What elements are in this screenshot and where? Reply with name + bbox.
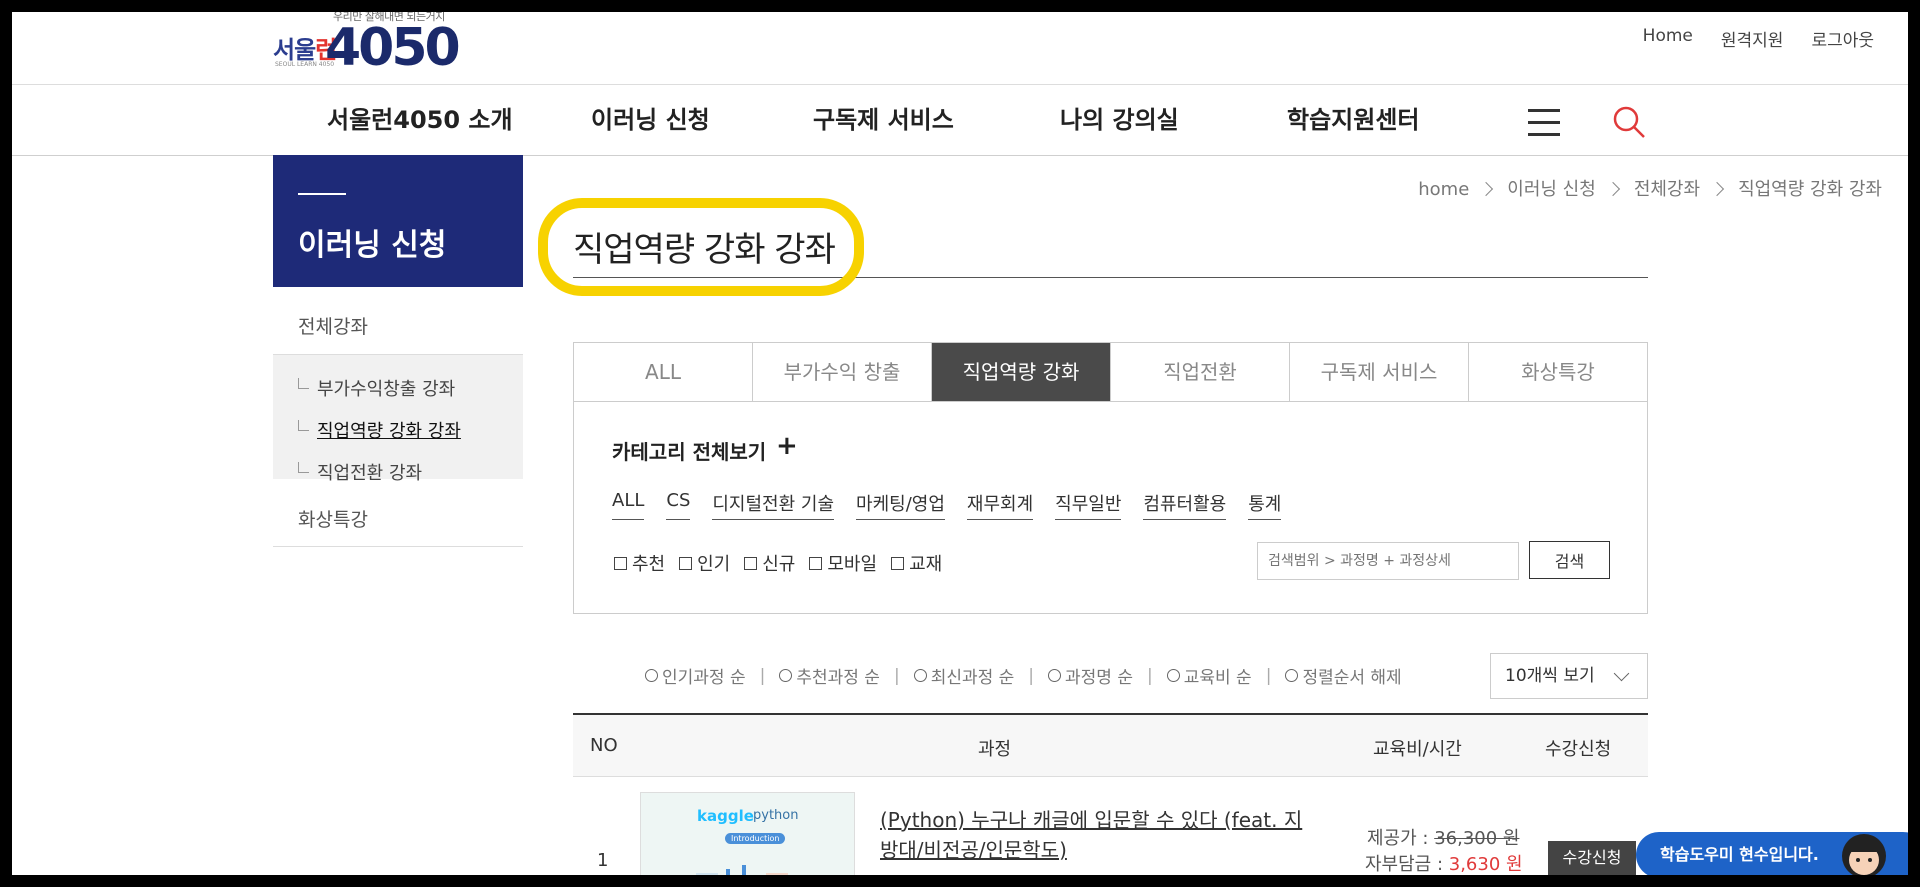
category-title: 카테고리 전체보기 [612, 440, 767, 464]
nav-support-center[interactable]: 학습지원센터 [1287, 85, 1419, 155]
filter-checkboxes: 추천 인기 신규 모바일 교재 [614, 550, 942, 576]
tree-branch-icon [298, 378, 309, 389]
col-apply: 수강신청 [1545, 739, 1612, 760]
category-accounting[interactable]: 재무회계 [966, 490, 1034, 520]
thumbnail-badge: Introduction [725, 833, 786, 844]
table-header: NO 과정 교육비/시간 수강신청 [573, 713, 1648, 777]
menu-icon[interactable] [1528, 109, 1560, 136]
chevron-right-icon [1605, 181, 1620, 197]
helper-avatar-icon[interactable] [1834, 824, 1894, 875]
category-digital[interactable]: 디지털전환 기술 [712, 490, 835, 520]
per-page-select[interactable]: 10개씩 보기 [1490, 653, 1648, 699]
site-logo[interactable]: 우리만 잘해내면 되는거지 서울런 4050 SEOUL LEARN 4050 [273, 12, 473, 82]
home-link[interactable]: Home [1643, 26, 1693, 51]
tab-job-skills[interactable]: 직업역량 강화 [932, 343, 1111, 401]
breadcrumb-elearning[interactable]: 이러닝 신청 [1507, 179, 1596, 200]
thumbnail-python-text: python [753, 808, 799, 823]
remote-support-link[interactable]: 원격지원 [1721, 26, 1784, 51]
search-input[interactable] [1257, 542, 1519, 580]
search-icon[interactable] [1612, 105, 1646, 139]
thumbnail-kaggle-text: kaggle [697, 807, 754, 825]
category-tabs: ALL 부가수익 창출 직업역량 강화 직업전환 구독제 서비스 화상특강 [573, 342, 1648, 402]
utility-nav: Home 원격지원 로그아웃 [1643, 26, 1874, 51]
sidebar-subitem-extra-income[interactable]: 부가수익창출 강좌 [298, 375, 455, 401]
row-number: 1 [597, 850, 609, 871]
checkbox-recommended[interactable]: 추천 [614, 550, 665, 576]
per-page-value: 10개씩 보기 [1505, 666, 1595, 686]
tab-job-change[interactable]: 직업전환 [1111, 343, 1290, 401]
nav-subscription[interactable]: 구독제 서비스 [813, 85, 954, 155]
checkbox-popular[interactable]: 인기 [679, 550, 730, 576]
chevron-right-icon [1709, 181, 1725, 197]
checkbox-mobile[interactable]: 모바일 [809, 550, 877, 576]
logo-number: 4050 [325, 18, 461, 78]
tab-extra-income[interactable]: 부가수익 창출 [753, 343, 932, 401]
sidebar-submenu: 부가수익창출 강좌 직업역량 강화 강좌 직업전환 강좌 [273, 354, 523, 484]
sort-recommended[interactable]: 추천과정 순 [779, 663, 880, 688]
sidebar-item-label: 화상특강 [298, 509, 368, 531]
highlight-annotation [538, 198, 864, 296]
category-cs[interactable]: CS [666, 490, 691, 520]
chart-illustration-icon [696, 865, 788, 875]
breadcrumb-all-courses[interactable]: 전체강좌 [1634, 179, 1700, 200]
sort-options: 인기과정 순 | 추천과정 순 | 최신과정 순 | 과정명 순 | 교육비 순 | 정렬… [645, 663, 1402, 688]
col-course: 과정 [978, 739, 1012, 760]
category-general[interactable]: 직무일반 [1055, 490, 1122, 520]
search-button[interactable]: 검색 [1529, 541, 1610, 579]
course-title-link[interactable]: (Python) 누구나 캐글에 입문할 수 있다 (feat. 지방대/비전공… [880, 805, 1320, 865]
category-computer[interactable]: 컴퓨터활용 [1143, 490, 1227, 520]
sidebar-item-live-lecture[interactable]: 화상특강 [273, 494, 523, 547]
sort-fee[interactable]: 교육비 순 [1166, 663, 1252, 688]
sidebar-title: 이러닝 신청 [298, 228, 447, 263]
col-no: NO [590, 735, 618, 756]
category-links: ALL CS 디지털전환 기술 마케팅/영업 재무회계 직무일반 컴퓨터활용 통… [612, 490, 1282, 520]
sort-popular[interactable]: 인기과정 순 [645, 663, 746, 688]
sort-reset[interactable]: 정렬순서 해제 [1285, 663, 1402, 688]
logo-subtext: SEOUL LEARN 4050 [275, 61, 335, 68]
course-thumbnail[interactable]: kaggle python Introduction [640, 792, 855, 875]
category-marketing[interactable]: 마케팅/영업 [856, 490, 945, 520]
tab-all[interactable]: ALL [574, 343, 753, 401]
sort-latest[interactable]: 최신과정 순 [913, 663, 1014, 688]
sidebar-subitem-job-change[interactable]: 직업전환 강좌 [298, 459, 422, 485]
sidebar-item-label: 전체강좌 [298, 316, 368, 338]
checkbox-new[interactable]: 신규 [744, 550, 795, 576]
sidebar-subitem-job-skills[interactable]: 직업역량 강화 강좌 [298, 417, 461, 443]
breadcrumb-current: 직업역량 강화 강좌 [1738, 179, 1882, 200]
nav-my-classroom[interactable]: 나의 강의실 [1060, 85, 1179, 155]
tree-branch-icon [298, 420, 309, 431]
breadcrumb-home[interactable]: home [1418, 179, 1469, 200]
logout-link[interactable]: 로그아웃 [1811, 26, 1874, 51]
page-frame: 우리만 잘해내면 되는거지 서울런 4050 SEOUL LEARN 4050 … [12, 12, 1908, 875]
checkbox-textbook[interactable]: 교재 [891, 550, 942, 576]
chevron-down-icon [1613, 665, 1630, 682]
filter-panel: 카테고리 전체보기 + ALL CS 디지털전환 기술 마케팅/영업 재무회계 … [573, 402, 1648, 614]
breadcrumb: home 이러닝 신청 전체강좌 직업역량 강화 강좌 [1082, 175, 1882, 201]
tab-subscription[interactable]: 구독제 서비스 [1290, 343, 1469, 401]
category-statistics[interactable]: 통계 [1248, 490, 1282, 520]
col-fee: 교육비/시간 [1373, 739, 1462, 760]
main-nav: 서울런4050 소개 이러닝 신청 구독제 서비스 나의 강의실 학습지원센터 [12, 84, 1908, 156]
self-pay-price: 자부담금 : 3,630 원 [1365, 854, 1523, 875]
category-all[interactable]: ALL [612, 490, 645, 520]
tab-live-lecture[interactable]: 화상특강 [1469, 343, 1647, 401]
chevron-right-icon [1479, 181, 1494, 197]
nav-about[interactable]: 서울런4050 소개 [327, 85, 513, 155]
sort-name[interactable]: 과정명 순 [1048, 663, 1133, 688]
apply-button[interactable]: 수강신청 [1548, 841, 1636, 875]
sidebar-header-bar [298, 193, 346, 195]
list-price: 제공가 : 36,300 원 [1367, 828, 1520, 849]
nav-elearning[interactable]: 이러닝 신청 [591, 85, 710, 155]
plus-icon[interactable]: + [776, 433, 798, 459]
tree-branch-icon [298, 462, 309, 473]
sidebar-header: 이러닝 신청 [273, 155, 523, 287]
